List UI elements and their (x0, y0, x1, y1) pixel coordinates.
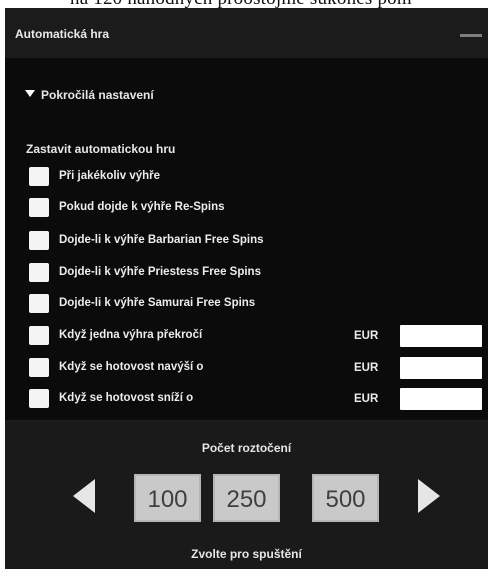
top-strip-text: na 120 náhodných proostojme sukones pom (70, 0, 412, 8)
spin-500-button[interactable]: 500 (312, 474, 379, 522)
arrow-left-icon[interactable] (73, 479, 95, 513)
checkbox-priestess[interactable] (29, 263, 49, 282)
advanced-settings-toggle[interactable]: Pokročilá nastavení (5, 80, 305, 110)
spin-100-button[interactable]: 100 (134, 474, 201, 522)
option-barbarian: Dojde-li k výhře Barbarian Free Spins (29, 231, 489, 253)
checkbox-barbarian[interactable] (29, 231, 49, 250)
currency-label: EUR (354, 362, 379, 374)
checkbox-single-win-exceeds[interactable] (29, 326, 49, 345)
cash-increase-amount-input[interactable] (400, 357, 482, 379)
currency-label: EUR (354, 330, 379, 342)
checkbox-respins[interactable] (29, 198, 49, 217)
currency-label: EUR (354, 393, 379, 405)
checkbox-cash-decrease[interactable] (29, 389, 49, 408)
spin-250-button[interactable]: 250 (213, 474, 280, 522)
option-respins: Pokud dojde k výhře Re-Spins (29, 198, 489, 220)
option-cash-increase: Když se hotovost navýší o EUR (29, 357, 489, 380)
panel-header: Automatická hra (5, 8, 488, 58)
arrow-right-icon[interactable] (418, 479, 440, 513)
option-label: Když se hotovost navýší o (59, 361, 204, 373)
stop-autoplay-heading: Zastavit automatickou hru (26, 142, 176, 156)
minimize-icon[interactable] (460, 34, 482, 37)
option-single-win-exceeds: Když jedna výhra překročí EUR (29, 325, 489, 348)
option-label: Když se hotovost sníží o (59, 392, 194, 404)
checkbox-any-win[interactable] (29, 167, 49, 186)
option-cash-decrease: Když se hotovost sníží o EUR (29, 388, 489, 411)
panel-title: Automatická hra (15, 27, 110, 41)
autoplay-panel: Automatická hra Pokročilá nastavení Zast… (5, 8, 488, 569)
advanced-settings-label: Pokročilá nastavení (41, 88, 154, 102)
option-any-win: Při jakékoliv výhře (29, 167, 489, 189)
single-win-amount-input[interactable] (400, 325, 482, 347)
option-label: Dojde-li k výhře Samurai Free Spins (59, 297, 256, 309)
option-label: Když jedna výhra překročí (59, 329, 203, 341)
checkbox-cash-increase[interactable] (29, 358, 49, 377)
top-text-strip: na 120 náhodných proostojme sukones pom (0, 0, 494, 8)
option-label: Dojde-li k výhře Priestess Free Spins (59, 266, 261, 278)
option-label: Dojde-li k výhře Barbarian Free Spins (59, 234, 264, 246)
start-hint-label: Zvolte pro spuštění (191, 547, 302, 561)
cash-decrease-amount-input[interactable] (400, 388, 482, 410)
option-samurai: Dojde-li k výhře Samurai Free Spins (29, 294, 489, 316)
option-priestess: Dojde-li k výhře Priestess Free Spins (29, 263, 489, 285)
triangle-down-icon (25, 90, 35, 97)
checkbox-samurai[interactable] (29, 294, 49, 313)
spins-count-title: Počet roztočení (201, 441, 292, 455)
option-label: Pokud dojde k výhře Re-Spins (59, 201, 225, 213)
option-label: Při jakékoliv výhře (59, 170, 161, 182)
spins-section: Počet roztočení 100 250 500 Zvolte pro s… (5, 421, 488, 569)
